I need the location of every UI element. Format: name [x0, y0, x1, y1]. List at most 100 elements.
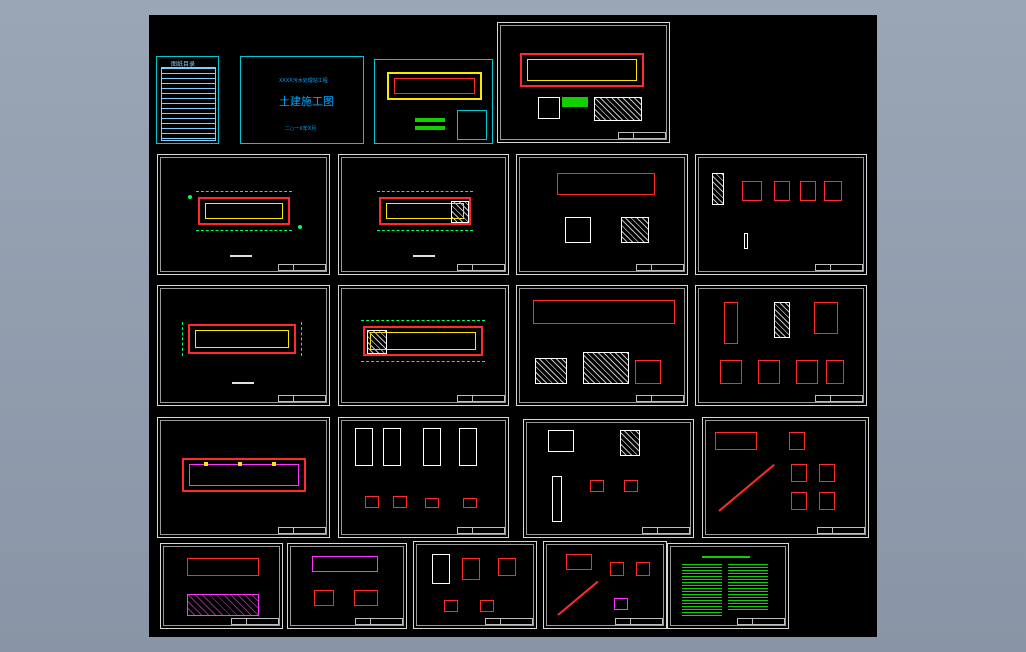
section-detail [354, 590, 378, 606]
drawing-caption [232, 382, 254, 384]
detail-drawing [498, 558, 516, 576]
column-section [459, 428, 477, 466]
title-block [278, 395, 326, 402]
wall-section [552, 476, 562, 522]
room-plan [187, 558, 259, 576]
detail-drawing [636, 562, 650, 576]
joint-detail [393, 496, 407, 508]
title-block [278, 527, 326, 534]
detail-drawing [744, 233, 748, 249]
section-detail [538, 97, 560, 119]
detail-drawing [824, 181, 842, 201]
stair-elevation [715, 432, 757, 450]
drawing-caption [230, 255, 252, 257]
joint-detail [590, 480, 604, 492]
sheet-foundation-plan[interactable] [157, 154, 330, 275]
sheet-stair-details[interactable] [702, 417, 869, 538]
legend-bar [562, 97, 588, 107]
notes-box [457, 110, 487, 140]
title-block [618, 132, 666, 139]
section-elevation [533, 300, 675, 324]
section-detail [621, 217, 649, 243]
column-marker [238, 462, 242, 466]
sheet-wall-sections[interactable] [523, 419, 694, 538]
title-block [457, 264, 505, 271]
legend-bar [415, 118, 445, 122]
cover-project-name: XXXX污水处理站工程 [279, 78, 328, 84]
detail-drawing [800, 181, 816, 201]
detail-drawing [814, 302, 838, 334]
title-block [636, 395, 684, 402]
sheet-column-details[interactable] [338, 417, 509, 538]
axis-marker [188, 195, 192, 199]
detail-drawing [742, 181, 762, 201]
joint-detail [480, 600, 494, 612]
section-detail [594, 97, 642, 121]
sheet-structure-details[interactable] [413, 541, 537, 629]
cover-date: 二○一X年X月 [285, 126, 317, 132]
title-block [737, 618, 785, 625]
cad-drawing-canvas[interactable]: 图纸目录 XXXX污水处理站工程 土建施工图 二○一X年X月 [149, 15, 877, 637]
title-block [817, 527, 865, 534]
title-block [355, 618, 403, 625]
detail-drawing [712, 173, 724, 205]
cover-sheet[interactable]: XXXX污水处理站工程 土建施工图 二○一X年X月 [240, 56, 364, 144]
drawing-caption [413, 255, 435, 257]
tank-plan [182, 322, 302, 356]
axis-marker [298, 225, 302, 229]
elevation [312, 556, 378, 572]
detail-drawing [789, 432, 805, 450]
sheet-roof-plan[interactable] [157, 285, 330, 406]
title-block [815, 264, 863, 271]
sheet-beam-plan[interactable] [338, 285, 509, 406]
title-block [457, 527, 505, 534]
detail-drawing [791, 464, 807, 482]
detail-drawing [796, 360, 818, 384]
drawing-index-sheet[interactable]: 图纸目录 [156, 56, 219, 144]
title-block [642, 527, 690, 534]
detail-drawing [614, 598, 628, 610]
title-block [278, 264, 326, 271]
detail-drawing [774, 302, 790, 338]
detail-drawing [819, 464, 835, 482]
sheet-plan-overview[interactable] [497, 22, 670, 143]
stair-hatch [451, 201, 469, 223]
detail-drawing [791, 492, 807, 510]
sheet-room-elevation[interactable] [287, 543, 407, 629]
column-marker [272, 462, 276, 466]
section-elevation [557, 173, 655, 195]
tank-plan [377, 191, 473, 231]
stair-flight [718, 463, 775, 512]
frame-plan [182, 458, 306, 492]
tank-plan [196, 191, 292, 231]
detail-drawing [758, 360, 780, 384]
notes-text-block [728, 564, 768, 610]
legend-bar [415, 126, 445, 130]
tank-plan [361, 320, 485, 362]
sheet-stair-section[interactable] [543, 541, 667, 629]
detail-drawing [819, 492, 835, 510]
section-detail [535, 358, 567, 384]
detail-drawing [724, 302, 738, 344]
sheet-details-2[interactable] [695, 285, 867, 406]
detail-drawing [826, 360, 844, 384]
stair-elevation [566, 554, 592, 570]
title-block [457, 395, 505, 402]
sheet-details-1[interactable] [695, 154, 867, 275]
sheet-sections-2[interactable] [516, 285, 688, 406]
site-plan-sheet[interactable] [374, 59, 493, 144]
sheet-floor-plan[interactable] [338, 154, 509, 275]
sheet-room-plan[interactable] [160, 543, 283, 629]
detail-drawing [720, 360, 742, 384]
joint-detail [425, 498, 439, 508]
joint-detail [444, 600, 458, 612]
column-section [355, 428, 373, 466]
sheet-sections-1[interactable] [516, 154, 688, 275]
sheet-general-notes[interactable] [667, 543, 789, 629]
detail-drawing [462, 558, 480, 580]
title-block [485, 618, 533, 625]
joint-detail [624, 480, 638, 492]
stair-flight [557, 580, 599, 616]
detail-drawing [774, 181, 790, 201]
sheet-column-plan[interactable] [157, 417, 330, 538]
